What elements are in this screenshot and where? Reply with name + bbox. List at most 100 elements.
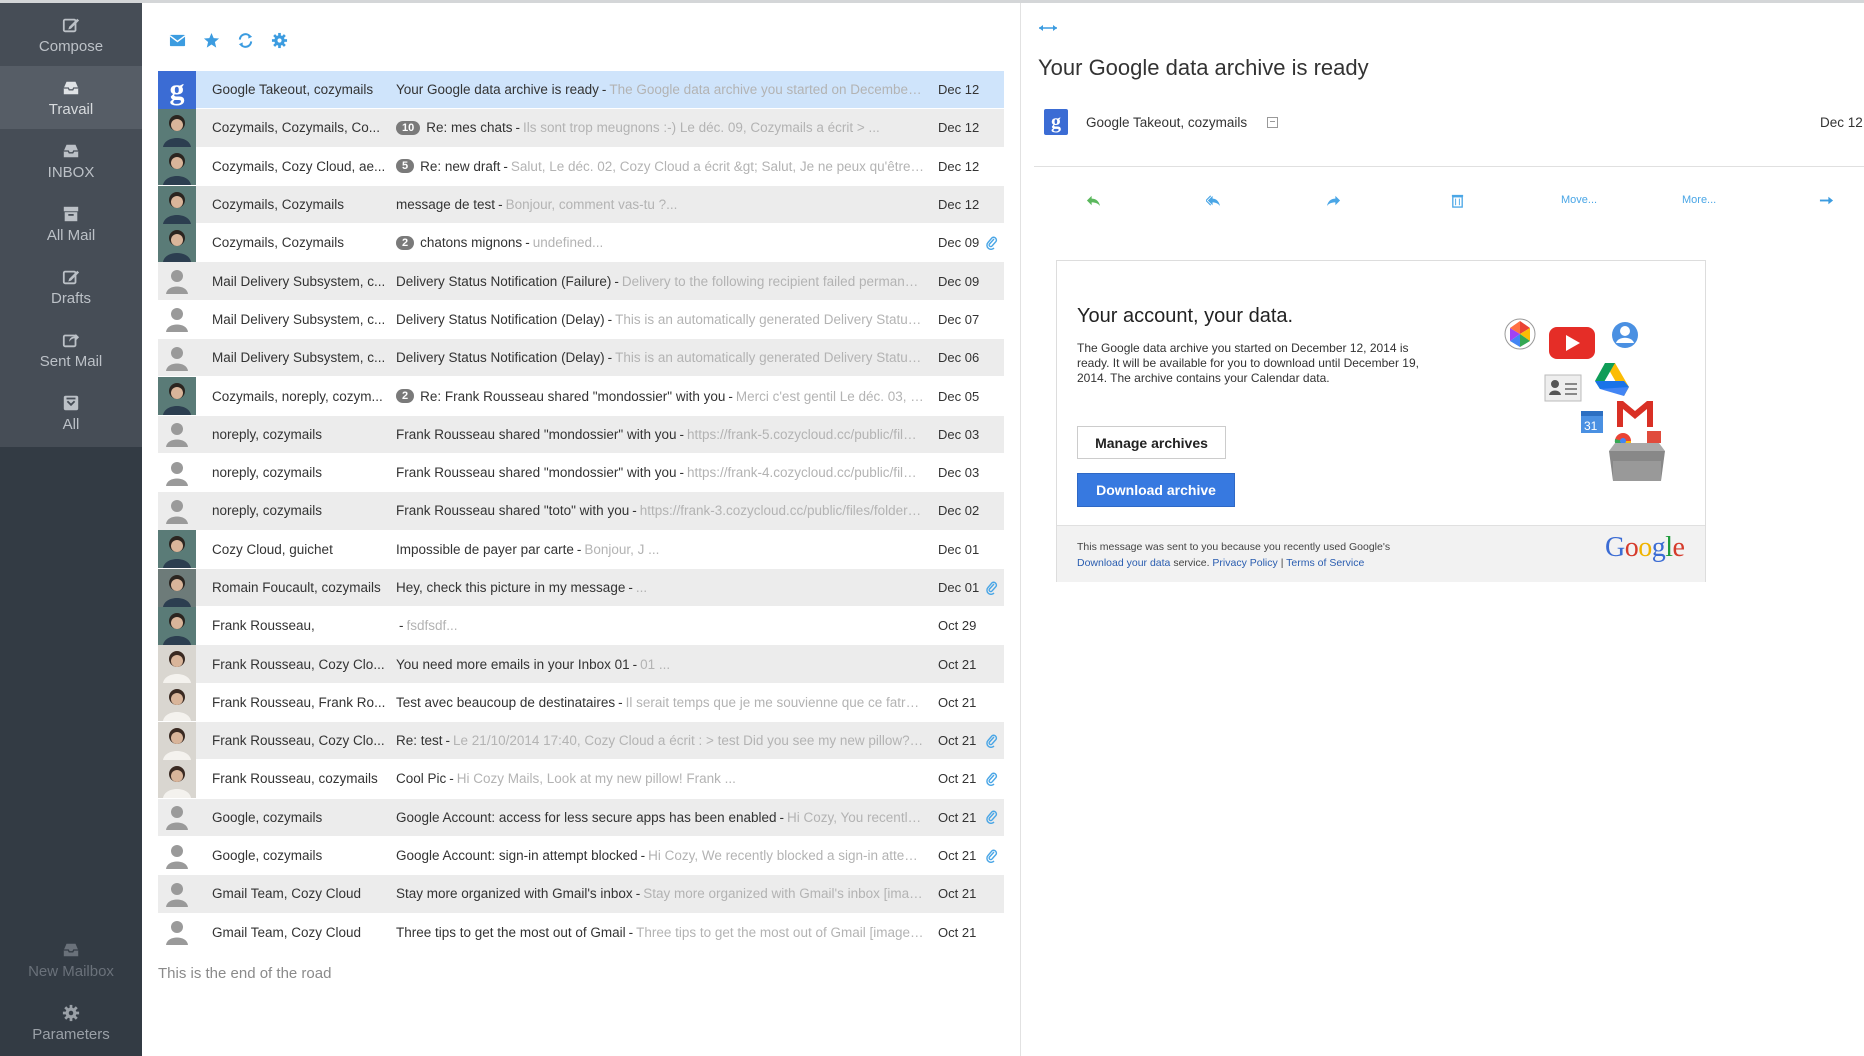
- archive-box-icon: [61, 204, 81, 224]
- row-subject: Re: Frank Rousseau shared "mondossier" w…: [420, 388, 726, 404]
- edit-icon: [61, 267, 81, 287]
- row-separator: -: [399, 618, 404, 634]
- row-from: Romain Foucault, cozymails: [212, 580, 381, 595]
- row-preview: Stay more organized with Gmail's inbox […: [643, 886, 924, 902]
- row-from: Frank Rousseau, Cozy Clo...: [212, 656, 385, 672]
- row-from: Google, cozymails: [212, 848, 323, 864]
- table-row[interactable]: Romain Foucault, cozymails Hey, check thi…: [158, 568, 1004, 608]
- table-row[interactable]: Gmail Team, Cozy Cloud Three tips to get …: [158, 914, 1004, 952]
- table-row[interactable]: Cozymails, Cozymails message de test - Bonj…: [158, 185, 1004, 225]
- next-arrow-icon[interactable]: [1819, 189, 1834, 211]
- google-avatar: g: [1044, 109, 1068, 135]
- expand-arrows-icon[interactable]: [1038, 21, 1058, 35]
- header-divider: [1034, 166, 1864, 167]
- envelope-icon[interactable]: [168, 31, 186, 49]
- download-archive-button[interactable]: Download archive: [1077, 473, 1235, 507]
- picasa-icon: [1504, 318, 1536, 350]
- card-text: The Google data archive you started on D…: [1077, 341, 1419, 385]
- table-row[interactable]: noreply, cozymails Frank Rousseau shared …: [158, 454, 1004, 493]
- parameters-button[interactable]: Parameters: [0, 991, 142, 1054]
- forward-icon[interactable]: [1326, 189, 1341, 211]
- person-icon: [158, 300, 196, 338]
- message-from[interactable]: Google Takeout, cozymails: [1086, 115, 1247, 130]
- footer-line: This message was sent to you because you…: [1077, 541, 1391, 553]
- table-row[interactable]: Cozymails, Cozy Cloud, ae... 5 Re: new dra…: [158, 147, 1004, 186]
- inbox-tray-icon: [61, 141, 81, 161]
- row-separator: -: [728, 388, 733, 404]
- manage-archives-button[interactable]: Manage archives: [1077, 426, 1226, 459]
- privacy-policy-link[interactable]: Privacy Policy: [1212, 557, 1277, 569]
- sidebar-item-compose[interactable]: Compose: [0, 3, 142, 66]
- table-row[interactable]: Mail Delivery Subsystem, c... Delivery St…: [158, 339, 1004, 378]
- more-button[interactable]: More...: [1682, 189, 1716, 211]
- paperclip-icon: [986, 236, 998, 250]
- table-row[interactable]: Mail Delivery Subsystem, c... Delivery St…: [158, 262, 1004, 301]
- sidebar-item-all-mail[interactable]: All Mail: [0, 192, 142, 255]
- thread-count-badge: 10: [396, 120, 421, 135]
- message-header: g Google Takeout, cozymails Dec 12: [1044, 107, 1864, 137]
- person-icon: [158, 798, 196, 836]
- gear-icon[interactable]: [270, 31, 288, 49]
- sidebar-item-drafts[interactable]: Drafts: [0, 255, 142, 318]
- person-icon: [158, 262, 196, 300]
- row-preview: Salut, Le déc. 02, Cozy Cloud a écrit &g…: [510, 158, 924, 174]
- trash-icon[interactable]: [1450, 189, 1465, 211]
- refresh-icon[interactable]: [236, 31, 254, 49]
- row-preview: fsdfsdf...: [406, 618, 458, 634]
- sidebar-item-all[interactable]: All: [0, 381, 142, 444]
- compose-icon: [61, 15, 81, 35]
- table-row[interactable]: Cozy Cloud, guichet Impossible de payer p…: [158, 530, 1004, 569]
- row-preview: Bonjour, comment vas-tu ?...: [505, 197, 678, 213]
- row-preview: Three tips to get the most out of Gmail …: [636, 924, 924, 940]
- new-mailbox-button[interactable]: New Mailbox: [0, 928, 142, 991]
- table-row[interactable]: Cozymails, Cozymails 2 chatons mignons - und…: [158, 223, 1004, 263]
- expand-details-icon[interactable]: [1267, 116, 1279, 128]
- move-button[interactable]: Move...: [1561, 189, 1597, 211]
- table-row[interactable]: Google, cozymails Google Account: sign-in…: [158, 837, 1004, 876]
- sidebar-item-label: Travail: [48, 100, 94, 118]
- row-from: Mail Delivery Subsystem, c...: [212, 273, 386, 289]
- row-separator: -: [679, 465, 684, 481]
- table-row[interactable]: g Google Takeout, cozymails Your Google da…: [158, 70, 1004, 110]
- row-preview: ...: [635, 580, 648, 595]
- terms-of-service-link[interactable]: Terms of Service: [1286, 557, 1364, 569]
- sidebar-item-inbox[interactable]: INBOX: [0, 129, 142, 192]
- row-separator: -: [632, 656, 638, 672]
- table-row[interactable]: Mail Delivery Subsystem, c... Delivery St…: [158, 300, 1004, 340]
- row-subject-cell: Re: test - Le 21/10/2014 17:40, Cozy Cloud…: [396, 733, 924, 748]
- person-icon: [158, 875, 196, 913]
- list-toolbar: [168, 25, 288, 55]
- row-subject-cell: Your Google data archive is ready - The Go…: [396, 82, 924, 97]
- row-subject-cell: 10 Re: mes chats - Ils sont trop meugnons :…: [396, 120, 924, 135]
- row-from: noreply, cozymails: [212, 503, 323, 519]
- download-your-data-link[interactable]: Download your data: [1077, 557, 1170, 569]
- row-subject-cell: Three tips to get the most out of Gmail -…: [396, 925, 924, 940]
- row-preview: Ils sont trop meugnons :-) Le déc. 09, C…: [523, 120, 880, 136]
- table-row[interactable]: noreply, cozymails Frank Rousseau shared …: [158, 415, 1004, 454]
- table-row[interactable]: Cozymails, noreply, cozym... 2 Re: Frank R…: [158, 377, 1004, 416]
- reply-icon[interactable]: [1086, 189, 1101, 211]
- row-date: Dec 12: [938, 158, 980, 174]
- table-row[interactable]: Cozymails, Cozymails, Co... 10 Re: mes cha…: [158, 108, 1004, 148]
- row-separator: -: [679, 426, 684, 442]
- sidebar-item-sent-mail[interactable]: Sent Mail: [0, 318, 142, 381]
- table-row[interactable]: Frank Rousseau, - fsdfsdf... Oct 29: [158, 606, 1004, 646]
- table-row[interactable]: Frank Rousseau, cozymails Cool Pic - Hi Coz…: [158, 760, 1004, 799]
- star-icon[interactable]: [202, 31, 220, 49]
- archive-box-icon: [1609, 431, 1665, 481]
- row-subject: Hey, check this picture in my message: [396, 580, 626, 595]
- table-row[interactable]: noreply, cozymails Frank Rousseau shared …: [158, 492, 1004, 531]
- table-row[interactable]: Google, cozymails Google Account: access …: [158, 798, 1004, 837]
- reply-all-icon[interactable]: [1206, 189, 1221, 211]
- table-row[interactable]: Frank Rousseau, Cozy Clo... Re: test - Le 2…: [158, 721, 1004, 761]
- table-row[interactable]: Gmail Team, Cozy Cloud Stay more organize…: [158, 875, 1004, 914]
- footer-bar: |: [1277, 557, 1287, 569]
- row-date: Dec 01: [938, 541, 980, 557]
- table-row[interactable]: Frank Rousseau, Cozy Clo... You need more…: [158, 645, 1004, 684]
- youtube-icon: [1549, 327, 1595, 359]
- row-subject-cell: Google Account: sign-in attempt blocked -…: [396, 848, 924, 863]
- table-row[interactable]: Frank Rousseau, Frank Ro... Test avec bea…: [158, 683, 1004, 723]
- sidebar-item-travail[interactable]: Travail: [0, 66, 142, 129]
- share-icon: [61, 330, 81, 350]
- row-date: Oct 21: [938, 848, 977, 864]
